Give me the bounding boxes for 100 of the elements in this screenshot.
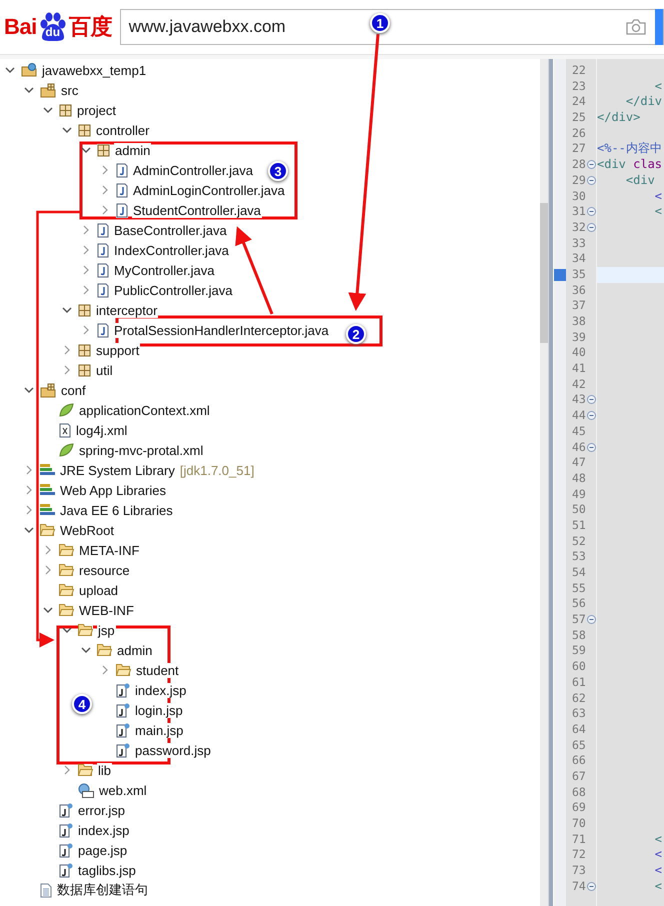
- collapse-chevron-icon[interactable]: [24, 385, 34, 395]
- fold-icon[interactable]: [587, 411, 596, 420]
- tree-item[interactable]: MyController.java: [78, 260, 216, 280]
- tree-item[interactable]: error.jsp: [40, 800, 126, 820]
- tree-item[interactable]: admin: [78, 640, 154, 660]
- fold-icon[interactable]: [587, 160, 596, 170]
- tree-item[interactable]: login.jsp: [97, 700, 184, 720]
- tree-item[interactable]: Web App Libraries: [21, 480, 167, 500]
- collapse-chevron-icon[interactable]: [62, 305, 72, 315]
- collapse-chevron-icon[interactable]: [24, 85, 34, 95]
- folder-icon: [59, 604, 74, 616]
- expand-chevron-icon[interactable]: [24, 485, 34, 495]
- tree-item[interactable]: index.jsp: [97, 680, 188, 700]
- tree-item[interactable]: 数据库创建语句: [21, 880, 149, 900]
- tree-item[interactable]: AdminLoginController.java: [97, 180, 286, 200]
- collapse-chevron-icon[interactable]: [24, 525, 34, 535]
- tree-item[interactable]: main.jsp: [97, 720, 184, 740]
- expand-chevron-icon[interactable]: [43, 565, 53, 575]
- expand-chevron-icon[interactable]: [24, 505, 34, 515]
- fold-icon[interactable]: [587, 222, 596, 232]
- fold-icon[interactable]: [587, 442, 596, 452]
- camera-icon[interactable]: [625, 18, 647, 36]
- collapse-chevron-icon[interactable]: [81, 645, 91, 655]
- tree-item[interactable]: WEB-INF: [40, 600, 135, 620]
- expand-chevron-icon[interactable]: [81, 285, 91, 295]
- tree-item[interactable]: ProtalSessionHandlerInterceptor.java: [78, 320, 330, 340]
- tree-item[interactable]: IndexController.java: [78, 240, 230, 260]
- fold-icon[interactable]: [587, 882, 596, 891]
- leaf-icon: [59, 403, 74, 417]
- tree-item-label: error.jsp: [77, 802, 126, 818]
- tree-item[interactable]: src: [21, 80, 80, 100]
- tree-item-label: upload: [78, 582, 120, 598]
- tree-item[interactable]: lib: [59, 760, 112, 780]
- expand-chevron-icon[interactable]: [81, 245, 91, 255]
- tree-item[interactable]: support: [59, 340, 140, 360]
- fold-icon[interactable]: [587, 395, 596, 404]
- expand-chevron-icon[interactable]: [43, 545, 53, 555]
- tree-item[interactable]: PublicController.java: [78, 280, 234, 300]
- collapse-chevron-icon[interactable]: [62, 125, 72, 135]
- expand-chevron-icon[interactable]: [100, 165, 110, 175]
- line-number: 35: [572, 266, 586, 281]
- tree-item[interactable]: web.xml: [59, 780, 148, 800]
- code-line: </div>: [597, 110, 642, 126]
- collapse-chevron-icon[interactable]: [5, 65, 15, 75]
- tree-item[interactable]: jsp: [59, 620, 116, 640]
- expand-chevron-icon[interactable]: [100, 665, 110, 675]
- tree-item[interactable]: META-INF: [40, 540, 140, 560]
- collapse-chevron-icon[interactable]: [81, 145, 91, 155]
- tree-item[interactable]: spring-mvc-protal.xml: [40, 440, 204, 460]
- tree-item[interactable]: applicationContext.xml: [40, 400, 211, 420]
- expand-chevron-icon[interactable]: [81, 225, 91, 235]
- tree-item-label: project: [76, 102, 118, 118]
- tree-item[interactable]: interceptor: [59, 300, 158, 320]
- baidu-logo[interactable]: Bai du 百度: [4, 12, 112, 42]
- tree-item[interactable]: password.jsp: [97, 740, 212, 760]
- tree-item-label: web.xml: [98, 782, 148, 798]
- tree-item[interactable]: util: [59, 360, 114, 380]
- collapse-chevron-icon[interactable]: [43, 605, 53, 615]
- tree-item[interactable]: javawebxx_temp1: [2, 60, 148, 80]
- tree-item[interactable]: upload: [40, 580, 120, 600]
- tree-item[interactable]: page.jsp: [40, 840, 128, 860]
- fold-icon[interactable]: [587, 207, 596, 216]
- tree-item-label: interceptor: [95, 302, 158, 318]
- expand-chevron-icon[interactable]: [62, 365, 72, 375]
- fold-icon[interactable]: [587, 615, 596, 624]
- tree-item[interactable]: BaseController.java: [78, 220, 228, 240]
- line-number: 26: [572, 126, 586, 140]
- tree-item[interactable]: admin: [78, 140, 152, 160]
- tree-item[interactable]: WebRoot: [21, 520, 115, 540]
- tree-item[interactable]: AdminController.java: [97, 160, 254, 180]
- step-number-badge: 4: [72, 694, 92, 714]
- expand-chevron-icon[interactable]: [81, 325, 91, 335]
- expand-chevron-icon[interactable]: [62, 345, 72, 355]
- tree-item[interactable]: student: [97, 660, 180, 680]
- expand-chevron-icon[interactable]: [62, 765, 72, 775]
- tree-item[interactable]: Java EE 6 Libraries: [21, 500, 174, 520]
- collapse-chevron-icon[interactable]: [43, 105, 53, 115]
- leaf-icon: [59, 443, 74, 457]
- tree-item[interactable]: conf: [21, 380, 87, 400]
- tree-item[interactable]: controller: [59, 120, 150, 140]
- fold-icon[interactable]: [587, 176, 596, 185]
- expand-chevron-icon[interactable]: [100, 185, 110, 195]
- tree-item[interactable]: project: [40, 100, 118, 120]
- tree-item[interactable]: StudentController.java: [97, 200, 262, 220]
- expand-chevron-icon[interactable]: [100, 205, 110, 215]
- tree-item-label: AdminController.java: [132, 162, 254, 178]
- collapse-chevron-icon[interactable]: [62, 625, 72, 635]
- scrollbar[interactable]: [540, 59, 549, 906]
- tree-item[interactable]: taglibs.jsp: [40, 860, 137, 880]
- tree-item-label: index.jsp: [134, 682, 188, 698]
- tree-item[interactable]: resource: [40, 560, 131, 580]
- tree-item-label: BaseController.java: [113, 222, 228, 238]
- tree-item[interactable]: index.jsp: [40, 820, 130, 840]
- tree-item[interactable]: JRE System Library [jdk1.7.0_51]: [21, 460, 254, 480]
- expand-chevron-icon[interactable]: [81, 265, 91, 275]
- tree-item[interactable]: log4j.xml: [40, 420, 128, 440]
- java-file-icon: [97, 322, 109, 338]
- tree-item-label: Java EE 6 Libraries: [59, 502, 174, 518]
- expand-chevron-icon[interactable]: [24, 465, 34, 475]
- folder-icon: [116, 664, 131, 676]
